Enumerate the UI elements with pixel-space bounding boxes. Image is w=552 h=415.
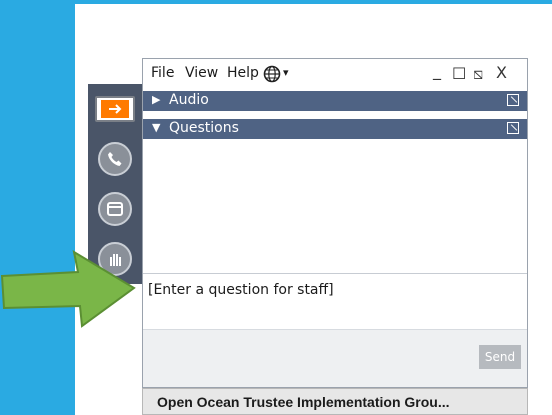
section-audio[interactable]: ▶ Audio [143, 91, 527, 111]
popout-icon[interactable] [507, 122, 519, 134]
phone-icon [108, 152, 122, 166]
menu-help[interactable]: Help [227, 65, 259, 81]
send-row: Send [143, 329, 527, 387]
collapse-panel-button[interactable] [95, 96, 135, 122]
popout-icon[interactable] [507, 94, 519, 106]
section-questions-label: Questions [169, 120, 239, 136]
popout-button[interactable]: ⧅ [473, 64, 483, 84]
screen-button[interactable] [98, 192, 132, 226]
control-panel: File View Help ▾ _ ☐ ⧅ X ▶ Audio ▼ Quest… [142, 58, 528, 388]
maximize-button[interactable]: ☐ [452, 64, 466, 83]
phone-button[interactable] [98, 142, 132, 176]
minimize-button[interactable]: _ [433, 61, 441, 80]
questions-log [143, 143, 527, 273]
send-button[interactable]: Send [479, 345, 521, 369]
webinar-title: Open Ocean Trustee Implementation Grou..… [157, 394, 450, 410]
menu-file[interactable]: File [151, 65, 174, 81]
webinar-title-bar: Open Ocean Trustee Implementation Grou..… [142, 388, 528, 415]
chevron-right-icon: ▶ [152, 93, 161, 106]
arrow-right-icon [101, 100, 129, 118]
question-input-placeholder: [Enter a question for staff] [148, 282, 334, 298]
window-icon [107, 202, 123, 216]
chevron-down-icon: ▼ [152, 121, 161, 134]
chevron-down-icon[interactable]: ▾ [283, 66, 289, 79]
menu-bar: File View Help ▾ _ ☐ ⧅ X [143, 59, 527, 89]
menu-view[interactable]: View [185, 65, 218, 81]
globe-icon[interactable] [263, 65, 281, 87]
close-button[interactable]: X [496, 63, 507, 82]
section-audio-label: Audio [169, 92, 209, 108]
question-input[interactable]: [Enter a question for staff] [143, 273, 527, 329]
pointer-arrow-icon [0, 250, 136, 328]
section-questions[interactable]: ▼ Questions [143, 119, 527, 139]
